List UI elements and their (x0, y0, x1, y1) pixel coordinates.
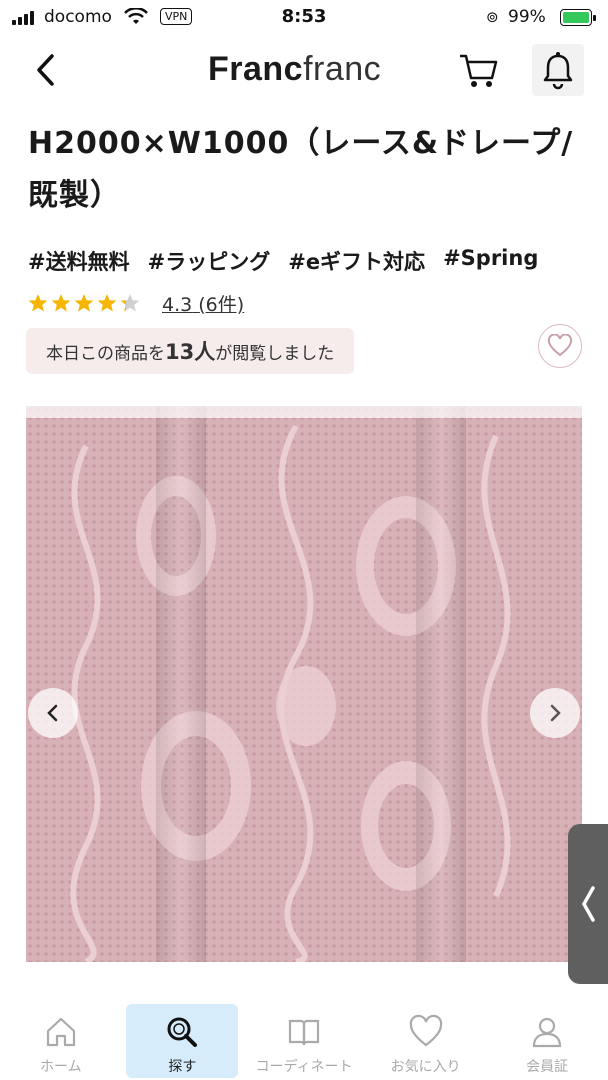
bottom-tab-bar: ホーム 探す コーディネート お気に入り 会員証 (0, 1000, 608, 1080)
tag-link[interactable]: #eギフト対応 (288, 246, 425, 276)
tag-link[interactable]: #送料無料 (28, 246, 130, 276)
chevron-right-icon (550, 704, 561, 722)
tab-coordinate[interactable]: コーディネート (248, 1004, 360, 1078)
star-icon (28, 294, 48, 312)
star-icon (120, 294, 140, 312)
app-header: Francfranc (0, 36, 608, 104)
chevron-left-icon (47, 704, 58, 722)
tab-search[interactable]: 探す (126, 1004, 239, 1078)
chevron-left-icon (581, 886, 595, 922)
tag-link[interactable]: #ラッピング (148, 246, 271, 276)
battery-percent: 99% (508, 7, 546, 27)
tab-home[interactable]: ホーム (5, 1004, 117, 1078)
heart-icon (547, 334, 573, 357)
tag-list: #送料無料 #ラッピング #eギフト対応 #Spring (28, 246, 588, 276)
side-drawer-tab[interactable] (568, 824, 608, 984)
gallery-prev-button[interactable] (28, 688, 78, 738)
brand-logo[interactable]: Francfranc (208, 50, 381, 89)
heart-icon (409, 1014, 442, 1047)
product-image[interactable] (26, 406, 582, 962)
status-bar: docomo VPN 8:53 ⊚ 99% (0, 0, 608, 36)
rating-link[interactable]: 4.3 (6件) (162, 290, 244, 317)
tag-link[interactable]: #Spring (443, 246, 538, 276)
tab-member[interactable]: 会員証 (491, 1004, 603, 1078)
back-icon[interactable] (28, 50, 68, 90)
star-icon (97, 294, 117, 312)
star-icon (74, 294, 94, 312)
bell-icon (543, 52, 573, 90)
product-title: H2000×W1000（レース&ドレープ/既製） (28, 126, 574, 213)
rating-stars (28, 293, 140, 313)
home-icon (46, 1017, 75, 1047)
favorite-button[interactable] (538, 324, 582, 368)
book-icon (288, 1019, 320, 1046)
tab-favorites[interactable]: お気に入り (370, 1004, 482, 1078)
battery-icon (560, 9, 596, 26)
member-icon (533, 1017, 562, 1048)
viewed-count-banner: 本日この商品を 13人 が閲覧しました (26, 328, 355, 374)
rotation-lock-icon: ⊚ (486, 8, 499, 26)
search-icon (167, 1017, 198, 1047)
gallery-next-button[interactable] (530, 688, 580, 738)
cart-icon[interactable] (456, 50, 500, 90)
rating: 4.3 (6件) (28, 288, 244, 318)
star-icon (51, 294, 71, 312)
notification-button[interactable] (532, 44, 584, 96)
